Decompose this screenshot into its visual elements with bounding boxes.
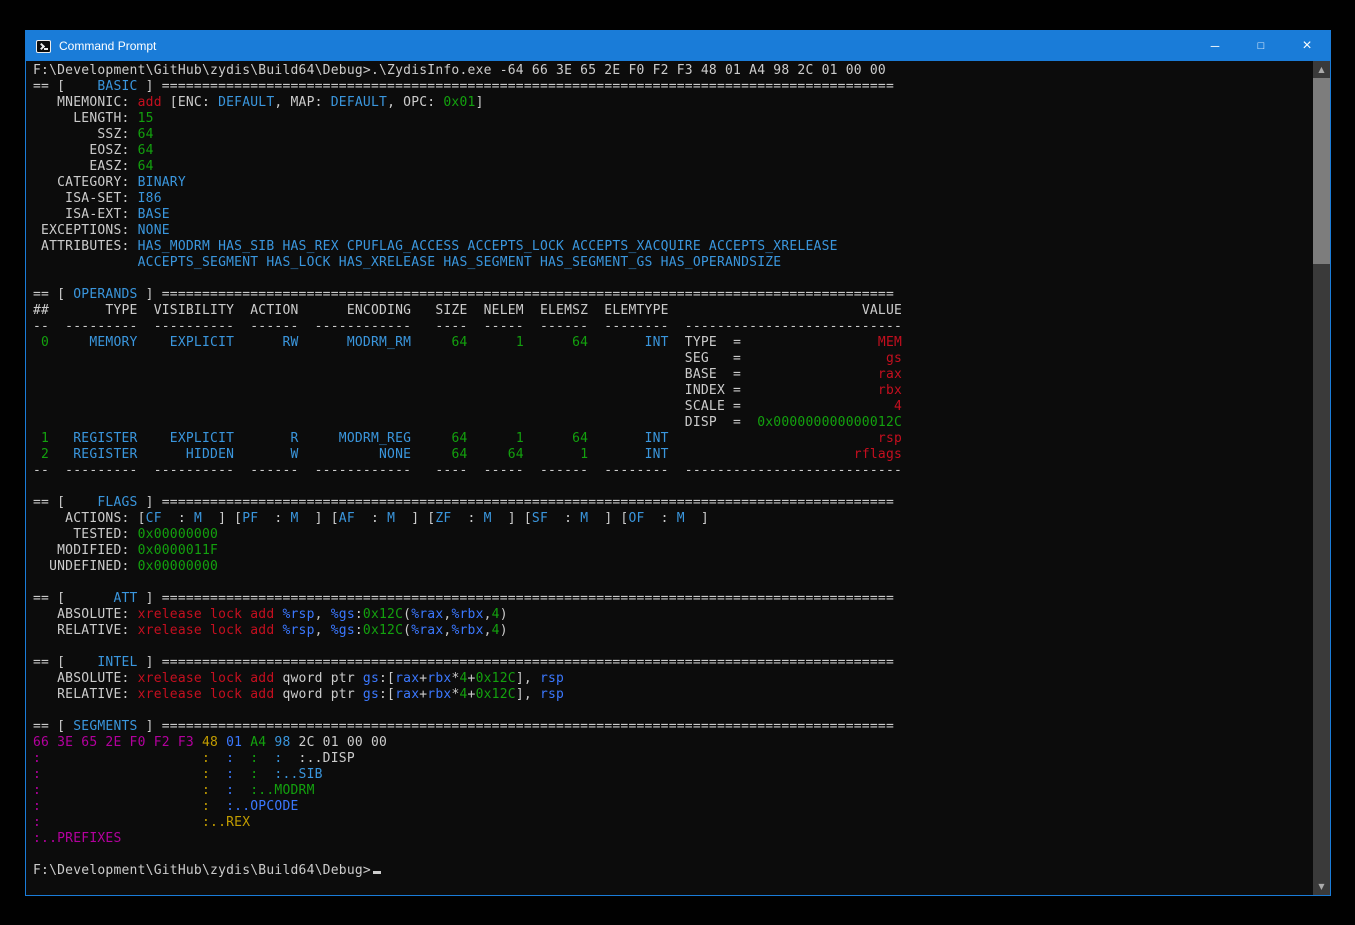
console-line bbox=[33, 271, 1313, 287]
console-line: RELATIVE: xrelease lock add %rsp, %gs:0x… bbox=[33, 623, 1313, 639]
scrollbar-up-button[interactable]: ▲ bbox=[1313, 61, 1330, 78]
console-line: == [ BASIC ] ===========================… bbox=[33, 79, 1313, 95]
console-line: -- --------- ---------- ------ ---------… bbox=[33, 319, 1313, 335]
console-line: : : : : :..SIB bbox=[33, 767, 1313, 783]
close-icon: × bbox=[1302, 38, 1311, 54]
command-prompt-window: Command Prompt ─ □ × F:\Development\GitH… bbox=[25, 30, 1331, 896]
console-line: : :..REX bbox=[33, 815, 1313, 831]
window-controls: ─ □ × bbox=[1192, 31, 1330, 61]
console-line: ISA-EXT: BASE bbox=[33, 207, 1313, 223]
console-line: :..PREFIXES bbox=[33, 831, 1313, 847]
window-title: Command Prompt bbox=[59, 39, 156, 53]
console-line: UNDEFINED: 0x00000000 bbox=[33, 559, 1313, 575]
scrollbar-track[interactable] bbox=[1313, 78, 1330, 878]
cmd-icon bbox=[36, 40, 51, 53]
console-line: ABSOLUTE: xrelease lock add %rsp, %gs:0x… bbox=[33, 607, 1313, 623]
console-line: MNEMONIC: add [ENC: DEFAULT, MAP: DEFAUL… bbox=[33, 95, 1313, 111]
console-line: F:\Development\GitHub\zydis\Build64\Debu… bbox=[33, 63, 1313, 79]
console-line: EXCEPTIONS: NONE bbox=[33, 223, 1313, 239]
console-line: : : : : : :..DISP bbox=[33, 751, 1313, 767]
console-line: MODIFIED: 0x0000011F bbox=[33, 543, 1313, 559]
desktop-background: Command Prompt ─ □ × F:\Development\GitH… bbox=[0, 0, 1355, 925]
console-line: ISA-SET: I86 bbox=[33, 191, 1313, 207]
maximize-icon: □ bbox=[1258, 41, 1265, 52]
console-line: 0 MEMORY EXPLICIT RW MODRM_RM 64 1 64 IN… bbox=[33, 335, 1313, 351]
console-line: SSZ: 64 bbox=[33, 127, 1313, 143]
minimize-button[interactable]: ─ bbox=[1192, 31, 1238, 61]
title-bar[interactable]: Command Prompt ─ □ × bbox=[26, 31, 1330, 61]
console-line: ABSOLUTE: xrelease lock add qword ptr gs… bbox=[33, 671, 1313, 687]
minimize-icon: ─ bbox=[1211, 39, 1220, 53]
console-line: ATTRIBUTES: HAS_MODRM HAS_SIB HAS_REX CP… bbox=[33, 239, 1313, 255]
console-line: EOSZ: 64 bbox=[33, 143, 1313, 159]
console-body: F:\Development\GitHub\zydis\Build64\Debu… bbox=[26, 61, 1330, 895]
close-button[interactable]: × bbox=[1284, 31, 1330, 61]
console-line bbox=[33, 479, 1313, 495]
console-line: F:\Development\GitHub\zydis\Build64\Debu… bbox=[33, 863, 1313, 879]
console-line: 1 REGISTER EXPLICIT R MODRM_REG 64 1 64 … bbox=[33, 431, 1313, 447]
console-output[interactable]: F:\Development\GitHub\zydis\Build64\Debu… bbox=[26, 61, 1313, 895]
console-line: : : : :..MODRM bbox=[33, 783, 1313, 799]
console-line: BASE = rax bbox=[33, 367, 1313, 383]
console-line: LENGTH: 15 bbox=[33, 111, 1313, 127]
console-line: 2 REGISTER HIDDEN W NONE 64 64 1 INT rfl… bbox=[33, 447, 1313, 463]
console-line: INDEX = rbx bbox=[33, 383, 1313, 399]
maximize-button[interactable]: □ bbox=[1238, 31, 1284, 61]
scroll-up-icon: ▲ bbox=[1318, 65, 1324, 74]
console-line: ## TYPE VISIBILITY ACTION ENCODING SIZE … bbox=[33, 303, 1313, 319]
console-line: 66 3E 65 2E F0 F2 F3 48 01 A4 98 2C 01 0… bbox=[33, 735, 1313, 751]
scrollbar[interactable]: ▲ ▼ bbox=[1313, 61, 1330, 895]
scrollbar-thumb[interactable] bbox=[1313, 78, 1330, 264]
console-line: : : :..OPCODE bbox=[33, 799, 1313, 815]
console-line: == [ SEGMENTS ] ========================… bbox=[33, 719, 1313, 735]
console-line: == [ FLAGS ] ===========================… bbox=[33, 495, 1313, 511]
console-line: -- --------- ---------- ------ ---------… bbox=[33, 463, 1313, 479]
console-line bbox=[33, 575, 1313, 591]
console-line: RELATIVE: xrelease lock add qword ptr gs… bbox=[33, 687, 1313, 703]
text-cursor bbox=[373, 871, 381, 874]
scroll-down-icon: ▼ bbox=[1318, 882, 1324, 891]
console-line bbox=[33, 639, 1313, 655]
console-line: == [ OPERANDS ] ========================… bbox=[33, 287, 1313, 303]
console-line: SCALE = 4 bbox=[33, 399, 1313, 415]
console-line: TESTED: 0x00000000 bbox=[33, 527, 1313, 543]
console-line bbox=[33, 703, 1313, 719]
console-line: == [ INTEL ] ===========================… bbox=[33, 655, 1313, 671]
scrollbar-down-button[interactable]: ▼ bbox=[1313, 878, 1330, 895]
console-line: CATEGORY: BINARY bbox=[33, 175, 1313, 191]
console-line: ACTIONS: [CF : M ] [PF : M ] [AF : M ] [… bbox=[33, 511, 1313, 527]
console-line: SEG = gs bbox=[33, 351, 1313, 367]
console-line: DISP = 0x000000000000012C bbox=[33, 415, 1313, 431]
console-line: EASZ: 64 bbox=[33, 159, 1313, 175]
console-line: ACCEPTS_SEGMENT HAS_LOCK HAS_XRELEASE HA… bbox=[33, 255, 1313, 271]
console-line: == [ ATT ] =============================… bbox=[33, 591, 1313, 607]
console-line bbox=[33, 847, 1313, 863]
